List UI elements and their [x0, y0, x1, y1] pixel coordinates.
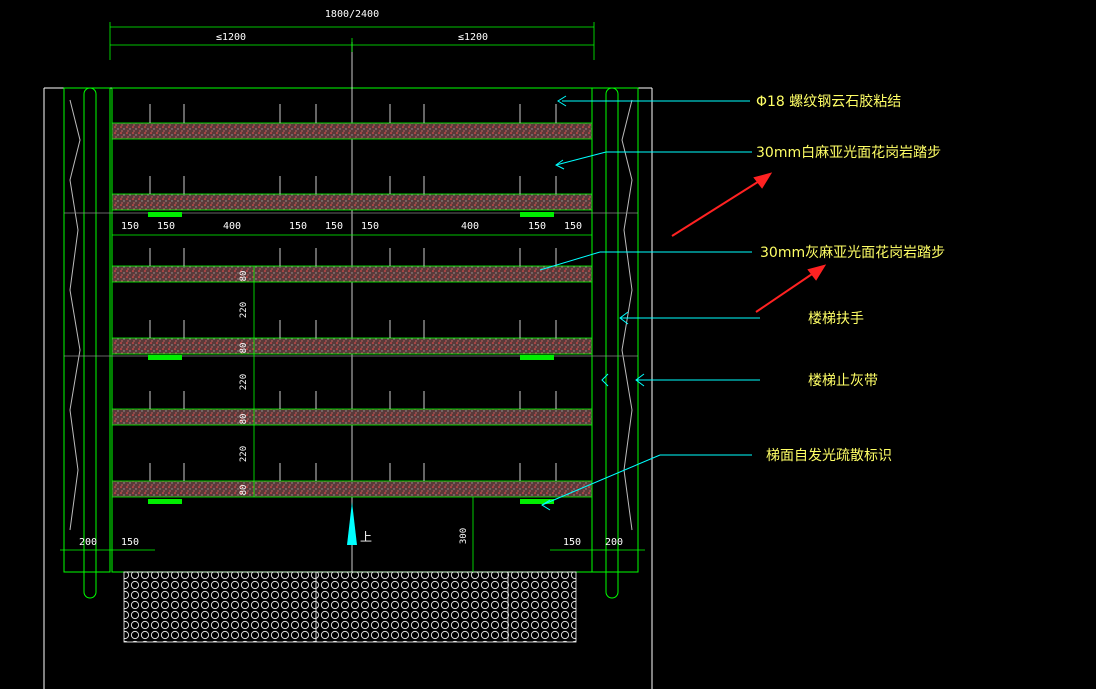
annotation-glow-marker: 梯面自发光疏散标识 [766, 448, 892, 464]
annotation-ash-strip: 楼梯止灰带 [808, 373, 878, 389]
dim-bottom-left-200: 200 [79, 537, 97, 548]
svg-text:80: 80 [239, 414, 249, 425]
tread-5 [111, 408, 593, 426]
svg-text:220: 220 [239, 374, 249, 390]
up-label: 上 [360, 530, 372, 544]
stair-drawing: 1800/2400 ≤1200 ≤1200 150 150 400 150 15… [43, 9, 945, 689]
svg-text:220: 220 [239, 302, 249, 318]
annotation-white-granite: 30mm白麻亚光面花岗岩踏步 [756, 145, 941, 161]
svg-text:150: 150 [157, 221, 175, 232]
dim-bottom-right-200: 200 [605, 537, 623, 548]
tread-3 [111, 265, 593, 283]
dim-half-right: ≤1200 [458, 32, 488, 43]
svg-text:400: 400 [223, 221, 241, 232]
red-arrows [671, 172, 827, 313]
svg-text:150: 150 [361, 221, 379, 232]
left-handrail [63, 87, 111, 599]
row-dim-labels: 150 150 400 150 150 150 400 150 150 [121, 221, 582, 232]
vertical-dim-labels: 80 220 80 220 80 220 80 [239, 271, 249, 496]
svg-text:150: 150 [528, 221, 546, 232]
annotation-grey-granite: 30mm灰麻亚光面花岗岩踏步 [760, 245, 945, 261]
svg-text:150: 150 [325, 221, 343, 232]
right-handrail [591, 87, 639, 599]
svg-text:80: 80 [239, 343, 249, 354]
dim-bottom-left-150: 150 [121, 537, 139, 548]
dim-depth-300: 300 [459, 528, 469, 544]
tread-1 [111, 122, 593, 140]
svg-text:150: 150 [289, 221, 307, 232]
svg-text:80: 80 [239, 485, 249, 496]
svg-text:150: 150 [564, 221, 582, 232]
annotation-rebar: Φ18 螺纹钢云石胶粘结 [756, 93, 901, 110]
dim-half-left: ≤1200 [216, 32, 246, 43]
glow-markers [148, 212, 554, 504]
dim-overall: 1800/2400 [325, 9, 379, 20]
dim-bottom-right-150: 150 [563, 537, 581, 548]
annotation-handrail: 楼梯扶手 [808, 311, 864, 327]
tread-4 [111, 337, 593, 355]
svg-text:400: 400 [461, 221, 479, 232]
svg-text:150: 150 [121, 221, 139, 232]
leader-lines [539, 95, 760, 511]
tread-6 [111, 480, 593, 498]
svg-text:80: 80 [239, 271, 249, 282]
up-arrow-icon [347, 502, 357, 545]
tread-2 [111, 193, 593, 211]
svg-text:220: 220 [239, 446, 249, 462]
